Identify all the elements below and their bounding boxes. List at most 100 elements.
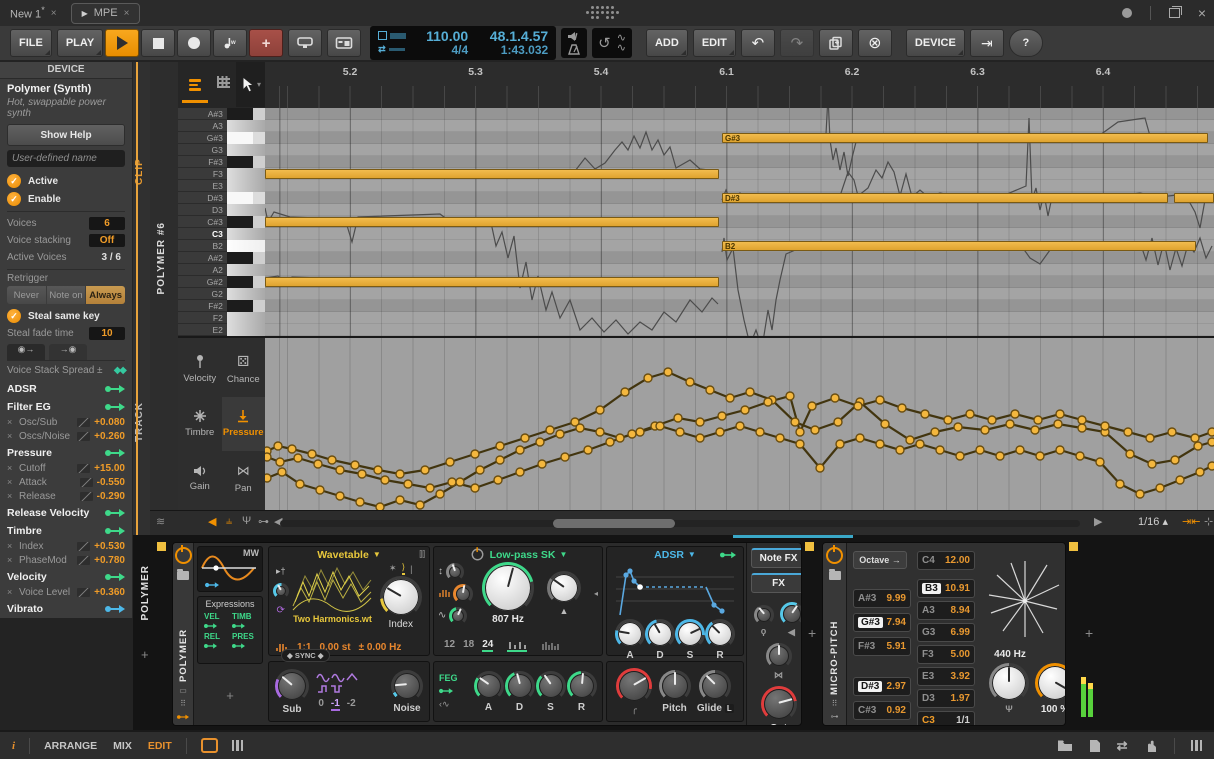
expression-tool-timbre[interactable]: Timbre bbox=[178, 397, 222, 452]
mod-item[interactable]: ×PhaseMod+0.780 bbox=[7, 553, 125, 567]
key-surface[interactable] bbox=[227, 300, 265, 312]
mod-section-velocity[interactable]: Velocity bbox=[7, 569, 125, 585]
piano-key-F#2[interactable]: F#2 bbox=[178, 300, 265, 312]
micro-pitch-key-A#3[interactable]: A#39.99 bbox=[853, 589, 911, 608]
device-header[interactable]: POLYMER ▭ ⠿ bbox=[173, 543, 194, 725]
mod-item-value[interactable]: +0.530 bbox=[94, 541, 125, 552]
key-value[interactable]: 9.99 bbox=[887, 593, 906, 604]
key-surface[interactable] bbox=[227, 180, 265, 192]
retrigger-option-never[interactable]: Never bbox=[7, 286, 46, 304]
piano-key-G#3[interactable]: G#3 bbox=[178, 132, 265, 144]
sub-knob[interactable] bbox=[275, 669, 309, 703]
piano-key-D3[interactable]: D3 bbox=[178, 204, 265, 216]
close-icon[interactable]: × bbox=[124, 8, 130, 19]
key-surface[interactable] bbox=[227, 108, 265, 120]
key-value[interactable]: 12.00 bbox=[945, 555, 970, 566]
key-surface[interactable] bbox=[227, 288, 265, 300]
mod-curve-icon[interactable] bbox=[80, 478, 93, 487]
mod-route-icon[interactable] bbox=[105, 403, 125, 411]
mixer-levels-icon[interactable]: ⫨ bbox=[226, 515, 232, 528]
piano-key-G2[interactable]: G2 bbox=[178, 288, 265, 300]
piano-key-F2[interactable]: F2 bbox=[178, 312, 265, 324]
mod-route-icon[interactable] bbox=[105, 449, 125, 457]
glide-knob[interactable] bbox=[699, 670, 731, 702]
device-menu-button[interactable]: DEVICE bbox=[906, 29, 965, 57]
env-knobs-knob-a[interactable]: A bbox=[615, 619, 645, 661]
micro-pitch-key-G#3[interactable]: G#37.94 bbox=[853, 613, 911, 632]
oscillator-section[interactable]: Wavetable▼ ⫿⫿ ▸† ⟳ bbox=[268, 546, 430, 656]
piano-keyboard[interactable]: A#3A3G#3G3F#3F3E3D#3D3C#3C3B2A#2A2G#2G2F… bbox=[178, 108, 265, 336]
mod-item-value[interactable]: -0.290 bbox=[97, 491, 125, 502]
expression-lane[interactable] bbox=[265, 336, 1214, 512]
key-value[interactable]: 8.94 bbox=[951, 605, 970, 616]
chain-icon[interactable]: ⊶ bbox=[258, 515, 269, 528]
active-toggle[interactable]: ✓Active bbox=[7, 172, 125, 190]
bend-range-knob[interactable] bbox=[616, 668, 652, 704]
mod-item[interactable]: ×Release-0.290 bbox=[7, 489, 125, 503]
key-value[interactable]: 0.92 bbox=[887, 705, 906, 716]
mod-item-value[interactable]: +0.360 bbox=[94, 587, 125, 598]
fine-tune-value[interactable]: ± 0.00 Hz bbox=[359, 642, 402, 653]
pitch-section[interactable]: ╭ Pitch GlideL bbox=[606, 661, 744, 722]
spectrum-icon-2[interactable] bbox=[541, 640, 561, 651]
expression-tool-velocity[interactable]: Velocity bbox=[178, 342, 222, 397]
add-device-button[interactable]: + bbox=[141, 647, 149, 662]
expression-tool-gain[interactable]: Gain bbox=[178, 451, 222, 506]
transport-display[interactable]: ⇄ 110.00 4/4 48.1.4.57 1:43.032 bbox=[370, 26, 556, 60]
mod-section-vibrato[interactable]: Vibrato bbox=[7, 601, 125, 617]
key-surface[interactable] bbox=[227, 168, 265, 180]
filter-spread-knob[interactable] bbox=[446, 563, 464, 581]
feg-knobs-knob-a[interactable]: A bbox=[474, 671, 504, 713]
mod-route-icon[interactable] bbox=[205, 582, 219, 588]
time-signature[interactable]: 4/4 bbox=[416, 43, 468, 57]
cue-speaker-icon[interactable] bbox=[567, 31, 581, 42]
mapping-hand-icon[interactable] bbox=[1144, 739, 1158, 753]
filter-keytrack-knob[interactable] bbox=[453, 584, 473, 604]
key-surface[interactable] bbox=[227, 216, 265, 228]
pointer-tool-button[interactable]: ▾ bbox=[236, 62, 265, 107]
mod-curve-icon[interactable] bbox=[77, 464, 90, 473]
key-surface[interactable] bbox=[227, 156, 265, 168]
piano-key-A3[interactable]: A3 bbox=[178, 120, 265, 132]
modulators-icon[interactable] bbox=[177, 715, 189, 720]
shape-knob[interactable] bbox=[273, 583, 289, 599]
remove-icon[interactable]: × bbox=[7, 541, 15, 551]
slider-arrow-icon[interactable]: ◂ bbox=[594, 589, 598, 598]
mod-route-icon[interactable] bbox=[105, 573, 125, 581]
mod-route-icon[interactable] bbox=[105, 509, 125, 517]
knob[interactable] bbox=[536, 671, 566, 701]
env-knobs-knob-r[interactable]: R bbox=[705, 619, 735, 661]
mod-mw[interactable]: MW bbox=[197, 546, 263, 592]
dual-display-button[interactable] bbox=[327, 29, 361, 57]
mod-curve-icon[interactable] bbox=[77, 418, 90, 427]
key-surface[interactable] bbox=[227, 276, 265, 288]
play-menu-button[interactable]: PLAY bbox=[57, 29, 103, 57]
sub-octave--1[interactable]: -1 bbox=[331, 698, 340, 711]
steal-same-key-toggle[interactable]: ✓Steal same key bbox=[7, 307, 125, 325]
mod-item-value[interactable]: -0.550 bbox=[97, 477, 125, 488]
filter-env-knob[interactable] bbox=[449, 607, 467, 625]
add-menu-button[interactable]: ADD bbox=[646, 29, 688, 57]
mod-section-timbre[interactable]: Timbre bbox=[7, 523, 125, 539]
reference-pitch-knob[interactable] bbox=[989, 663, 1029, 703]
mod-item[interactable]: ×Attack-0.550 bbox=[7, 475, 125, 489]
midi-note-D#3[interactable]: D#3 bbox=[722, 193, 1168, 203]
timeline-ruler[interactable]: 5.25.35.46.16.26.36.4 bbox=[265, 62, 1214, 109]
device-polymer[interactable]: POLYMER ▭ ⠿ MW Expressions bbox=[172, 542, 802, 726]
mod-route-icon[interactable] bbox=[204, 623, 217, 628]
expression-slot-rel[interactable]: REL bbox=[204, 632, 228, 650]
index-knob[interactable] bbox=[380, 576, 422, 618]
loop-icon[interactable]: ↺ bbox=[598, 34, 611, 52]
sub-octave-0[interactable]: 0 bbox=[318, 698, 324, 711]
mod-section-adsr[interactable]: ADSR bbox=[7, 381, 125, 397]
midi-note[interactable] bbox=[265, 277, 719, 287]
close-icon[interactable]: × bbox=[51, 8, 57, 19]
micro-pitch-key-C#3[interactable]: C#30.92 bbox=[853, 701, 911, 720]
key-value[interactable]: 3.92 bbox=[951, 671, 970, 682]
piano-key-C#3[interactable]: C#3 bbox=[178, 216, 265, 228]
view-button-arrange[interactable]: ARRANGE bbox=[44, 740, 97, 752]
midi-note-G#3[interactable]: G#3 bbox=[722, 133, 1208, 143]
key-surface[interactable] bbox=[227, 192, 265, 204]
envelope-graph[interactable] bbox=[612, 563, 738, 619]
presets-icon[interactable] bbox=[829, 571, 841, 580]
